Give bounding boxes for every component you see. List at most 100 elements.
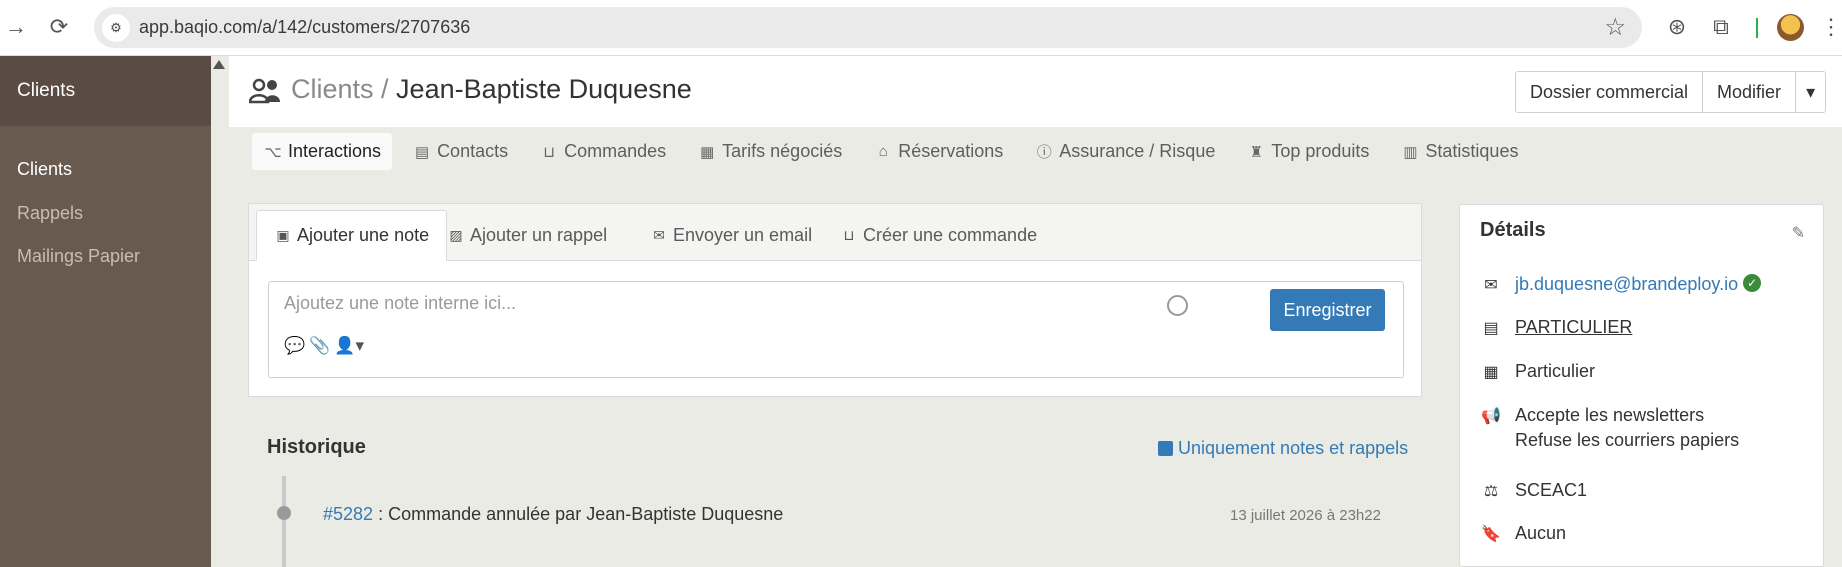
site-settings-icon[interactable]: ⚙ (102, 14, 130, 42)
newsletter-value: Accepte les newsletters (1515, 405, 1705, 425)
scale-icon: ⚖ (1483, 483, 1499, 500)
note-tools: 💬 📎 👤▾ (284, 336, 364, 356)
tab-commandes[interactable]: ⊔ Commandes (528, 133, 677, 170)
detail-newsletter: 📢 Accepte les newsletters Refuse les cou… (1480, 405, 1739, 453)
note-icon: ▣ (276, 227, 290, 243)
browser-menu-icon[interactable]: ⋮ (1818, 14, 1842, 40)
users-icon (249, 78, 280, 104)
ranking-icon: ♜ (1249, 143, 1264, 161)
warning-circle-icon: ⓘ (1036, 144, 1052, 161)
toolbar-divider (1756, 18, 1758, 38)
browser-toolbar: → ⟳ ⚙ app.baqio.com/a/142/customers/2707… (0, 0, 1842, 56)
bookmark-value: Aucun (1515, 523, 1567, 543)
pricing-value: Particulier (1515, 361, 1596, 381)
ntab-label: Ajouter un rappel (470, 225, 608, 245)
verified-check-icon: ✓ (1743, 274, 1762, 292)
email-link[interactable]: jb.duquesne@brandeploy.io (1515, 274, 1738, 295)
id-card-icon: ▤ (414, 143, 430, 161)
megaphone-icon: 📢 (1481, 408, 1501, 425)
ntab-label: Ajouter une note (297, 225, 430, 245)
detail-pricing: ▦ Particulier (1480, 361, 1595, 383)
breadcrumb-clients[interactable]: Clients (291, 74, 374, 104)
bar-chart-icon: ▥ (1403, 143, 1418, 161)
history-title: Historique (267, 436, 366, 458)
envelope-icon: ✉ (1484, 277, 1498, 294)
tab-interactions[interactable]: ⌥ Interactions (252, 133, 393, 170)
note-panel: ▣ Ajouter une note ▨ Ajouter un rappel ✉ En… (248, 203, 1422, 397)
detail-bookmark: 🔖 Aucun (1480, 523, 1566, 545)
forward-arrow-icon[interactable]: → (3, 14, 29, 40)
timeline-line (282, 476, 286, 567)
warehouse-icon: ⌂ (878, 143, 888, 160)
diagram-icon: ⌥ (264, 143, 282, 161)
compliance-value: SCEAC1 (1515, 480, 1588, 500)
dossier-commercial-button[interactable]: Dossier commercial (1515, 71, 1704, 113)
tab-tarifs-negocies[interactable]: ▦ Tarifs négociés (686, 133, 853, 170)
tab-creer-une-commande[interactable]: ⊔ Créer une commande (823, 210, 1054, 261)
sidebar-item-mailings-papier[interactable]: Mailings Papier (17, 246, 140, 267)
detail-type: ▤ PARTICULIER (1480, 317, 1632, 339)
scroll-up-arrow-icon[interactable] (213, 60, 225, 69)
calendar-check-icon: ▨ (449, 227, 463, 243)
tab-label: Contacts (437, 141, 509, 161)
modifier-button[interactable]: Modifier (1703, 71, 1797, 113)
sidebar: Clients Clients Rappels Mailings Papier (0, 56, 211, 567)
tab-statistiques[interactable]: ▥ Statistiques (1389, 133, 1529, 170)
tab-top-produits[interactable]: ♜ Top produits (1235, 133, 1380, 170)
checkbox-icon[interactable] (1158, 441, 1173, 456)
pencil-icon[interactable]: ✎ (1792, 223, 1805, 243)
tab-reservations[interactable]: ⌂ Réservations (862, 133, 1014, 170)
ntab-label: Envoyer un email (673, 225, 813, 245)
marketing-preferences: Accepte les newsletters Refuse les courr… (1515, 403, 1739, 453)
comment-icon[interactable]: 💬 (284, 336, 305, 356)
order-link[interactable]: #5282 (323, 504, 373, 524)
address-bar[interactable]: ⚙ app.baqio.com/a/142/customers/2707636 … (94, 7, 1642, 48)
tab-ajouter-une-note[interactable]: ▣ Ajouter une note (256, 210, 448, 261)
note-panel-tabs: ▣ Ajouter une note ▨ Ajouter un rappel ✉ En… (249, 204, 1421, 261)
puzzle-icon[interactable]: ⧉ (1708, 14, 1734, 40)
more-actions-dropdown[interactable]: ▾ (1796, 71, 1827, 113)
page-title: Clients / Jean-Baptiste Duquesne (291, 74, 692, 105)
tab-assurance-risque[interactable]: ⓘ Assurance / Risque (1023, 133, 1226, 170)
ntab-label: Créer une commande (863, 225, 1038, 245)
save-note-button[interactable]: Enregistrer (1270, 289, 1385, 331)
filter-label: Uniquement notes et rappels (1178, 438, 1409, 458)
emoji-icon[interactable] (1167, 295, 1188, 316)
tab-label: Statistiques (1425, 141, 1519, 161)
details-title: Détails (1480, 219, 1546, 241)
sidebar-item-rappels[interactable]: Rappels (17, 203, 83, 224)
sidebar-section-title-label: Clients (17, 80, 76, 101)
notes-rappels-filter[interactable]: Uniquement notes et rappels (1158, 438, 1408, 459)
note-input[interactable]: Ajoutez une note interne ici... 💬 📎 👤▾ E… (268, 281, 1404, 378)
url-text[interactable]: app.baqio.com/a/142/customers/2707636 (139, 17, 470, 38)
tab-label: Assurance / Risque (1059, 141, 1216, 161)
paper-mail-value: Refuse les courriers papiers (1515, 430, 1740, 450)
sidebar-item-clients[interactable]: Clients (17, 159, 72, 180)
history-entry: #5282 : Commande annulée par Jean-Baptis… (323, 504, 783, 525)
tab-contacts[interactable]: ▤ Contacts (401, 133, 519, 170)
bookmark-icon: 🔖 (1481, 526, 1501, 543)
user-dropdown-icon[interactable]: 👤▾ (334, 336, 364, 356)
paperclip-icon[interactable]: 📎 (309, 336, 330, 356)
detail-email: ✉ jb.duquesne@brandeploy.io ✓ (1480, 274, 1762, 296)
details-panel: Détails ✎ ✉ jb.duquesne@brandeploy.io ✓ ▤… (1459, 204, 1824, 567)
extension-icon[interactable]: ⊛ (1664, 14, 1690, 40)
reload-icon[interactable]: ⟳ (46, 14, 72, 40)
tab-label: Interactions (288, 141, 382, 161)
profile-avatar[interactable] (1777, 14, 1804, 41)
tab-label: Tarifs négociés (722, 141, 843, 161)
id-card-icon: ▤ (1483, 320, 1499, 337)
tab-ajouter-un-rappel[interactable]: ▨ Ajouter un rappel (430, 210, 624, 261)
customer-type-link[interactable]: PARTICULIER (1515, 317, 1632, 338)
tab-label: Top produits (1271, 141, 1370, 161)
breadcrumb-separator: / (373, 74, 397, 104)
history-entry-text: : Commande annulée par Jean-Baptiste Duq… (373, 504, 784, 524)
customer-tabs: ⌥ Interactions ▤ Contacts ⊔ Commandes ▦ Tari… (252, 133, 1538, 170)
page-header: Clients / Jean-Baptiste Duquesne Dossier… (229, 56, 1842, 127)
history-entry-date: 13 juillet 2026 à 23h22 (1230, 507, 1381, 524)
sidebar-section-title[interactable]: Clients (0, 56, 211, 126)
note-placeholder: Ajoutez une note interne ici... (284, 293, 517, 313)
tab-label: Réservations (898, 141, 1004, 161)
tab-envoyer-un-email[interactable]: ✉ Envoyer un email (633, 210, 829, 261)
bookmark-star-icon[interactable]: ☆ (1604, 13, 1626, 42)
